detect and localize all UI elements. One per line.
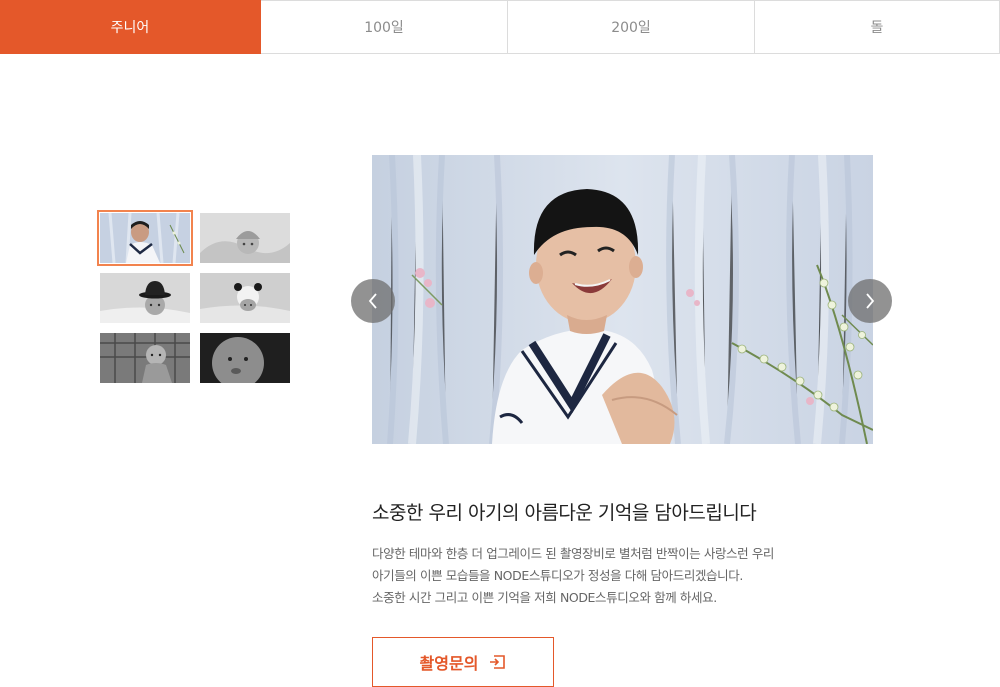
section-description: 다양한 테마와 한층 더 업그레이드 된 촬영장비로 별처럼 반짝이는 사랑스런… — [372, 543, 774, 609]
tab-100-days[interactable]: 100일 — [261, 0, 508, 54]
tab-junior[interactable]: 주니어 — [0, 0, 261, 54]
main-photo — [372, 155, 873, 444]
thumbnail-2[interactable] — [200, 213, 290, 263]
inquiry-button-label: 촬영문의 — [419, 654, 479, 673]
section-headline: 소중한 우리 아기의 아름다운 기억을 담아드립니다 — [372, 502, 757, 524]
description-line: 소중한 시간 그리고 이쁜 기억을 저희 NODE스튜디오와 함께 하세요. — [372, 590, 717, 605]
inquiry-button[interactable]: 촬영문의 — [372, 637, 554, 687]
main-photo-image — [372, 155, 873, 444]
chevron-right-icon — [866, 293, 875, 309]
next-slide-button[interactable] — [848, 279, 892, 323]
thumbnail-6[interactable] — [200, 333, 290, 383]
description-line: 다양한 테마와 한층 더 업그레이드 된 촬영장비로 별처럼 반짝이는 사랑스런… — [372, 546, 775, 561]
thumbnail-photo — [100, 273, 190, 323]
thumbnail-3[interactable] — [100, 273, 190, 323]
prev-slide-button[interactable] — [351, 279, 395, 323]
thumbnail-photo — [200, 213, 290, 263]
thumbnail-photo — [200, 273, 290, 323]
thumbnail-4[interactable] — [200, 273, 290, 323]
category-tabs: 주니어 100일 200일 돌 — [0, 0, 1000, 54]
description-line: 아기들의 이쁜 모습들을 NODE스튜디오가 정성을 다해 담아드리겠습니다. — [372, 568, 743, 583]
thumbnail-1[interactable] — [97, 210, 193, 266]
thumbnail-photo — [100, 333, 190, 383]
tab-first-birthday[interactable]: 돌 — [755, 0, 1000, 54]
thumbnail-photo — [200, 333, 290, 383]
thumbnail-5[interactable] — [100, 333, 190, 383]
enter-icon — [488, 654, 506, 670]
tab-200-days[interactable]: 200일 — [508, 0, 755, 54]
chevron-left-icon — [368, 293, 377, 309]
thumbnail-photo — [100, 213, 190, 263]
